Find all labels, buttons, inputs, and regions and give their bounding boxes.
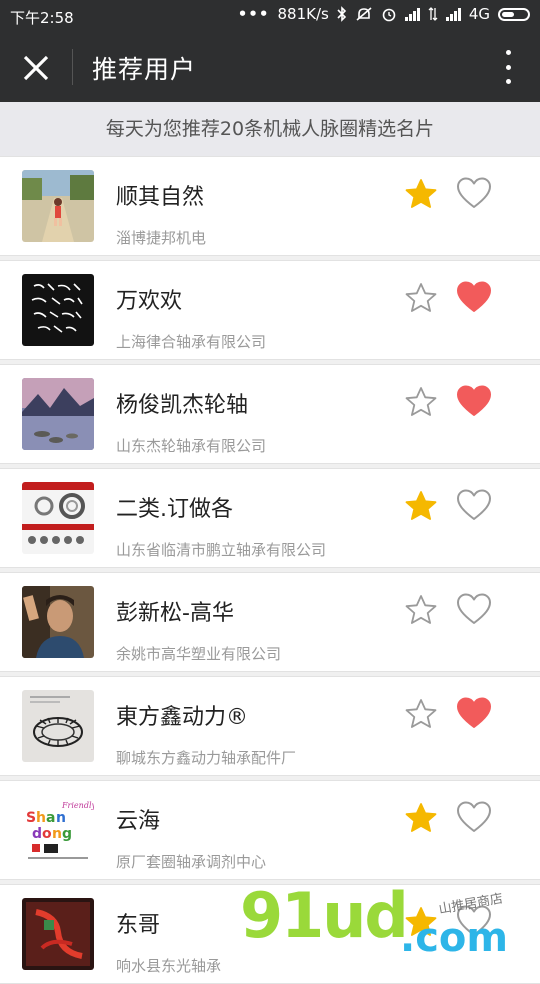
close-icon[interactable] (18, 50, 54, 86)
company-name: 淄博捷邦机电 (116, 229, 207, 247)
user-card[interactable]: 彭新松-高华余姚市高华塑业有限公司 (0, 572, 540, 672)
star-outline-icon[interactable] (404, 281, 438, 315)
status-bar: 下午2:58 ••• 881K/s 4G (0, 0, 540, 32)
network-speed: 881K/s (277, 5, 329, 23)
more-options-button[interactable] (502, 50, 514, 84)
star-filled-icon[interactable] (404, 489, 438, 523)
user-name: 顺其自然 (116, 185, 205, 210)
avatar[interactable] (22, 586, 94, 658)
svg-text:a: a (46, 810, 55, 826)
network-type: 4G (468, 5, 490, 23)
avatar[interactable] (22, 482, 94, 554)
svg-text:g: g (62, 826, 72, 842)
heart-outline-icon[interactable] (456, 800, 492, 834)
company-name: 聊城东方鑫动力轴承配件厂 (116, 749, 297, 767)
avatar[interactable] (22, 170, 94, 242)
battery-icon (498, 7, 530, 21)
company-name: 响水县东光轴承 (116, 957, 222, 975)
svg-text:S: S (26, 810, 36, 826)
notification-dots: ••• (237, 5, 270, 23)
avatar[interactable] (22, 378, 94, 450)
svg-text:Friendly: Friendly (61, 801, 94, 810)
avatar[interactable] (22, 274, 94, 346)
user-card[interactable]: 万欢欢上海律合轴承有限公司 (0, 260, 540, 360)
star-filled-icon[interactable] (404, 801, 438, 835)
user-card[interactable]: 二类.订做各山东省临清市鹏立轴承有限公司 (0, 468, 540, 568)
heart-outline-icon[interactable] (456, 488, 492, 522)
star-filled-icon[interactable] (404, 177, 438, 211)
star-outline-icon[interactable] (404, 385, 438, 419)
svg-text:d: d (32, 826, 42, 842)
user-card[interactable]: 顺其自然淄博捷邦机电 (0, 156, 540, 256)
company-name: 上海律合轴承有限公司 (116, 333, 267, 351)
company-name: 余姚市高华塑业有限公司 (116, 645, 282, 663)
avatar[interactable]: Sh a n d o n g Friendly (22, 794, 94, 866)
star-outline-icon[interactable] (404, 697, 438, 731)
signal-icon-1 (404, 7, 420, 21)
page-title: 推荐用户 (92, 55, 197, 84)
heart-outline-icon[interactable] (456, 592, 492, 626)
mute-icon (356, 7, 372, 21)
heart-outline-icon[interactable] (456, 176, 492, 210)
user-list: 顺其自然淄博捷邦机电万欢欢上海律合轴承有限公司杨俊凯杰轮轴山东杰轮轴承有限公司二… (0, 156, 540, 984)
user-name: 東方鑫动力® (116, 705, 249, 730)
svg-text:h: h (36, 810, 46, 826)
heart-filled-icon[interactable] (456, 280, 492, 314)
signal-icon-2 (445, 7, 461, 21)
company-name: 原厂套圈轴承调剂中心 (116, 853, 267, 871)
user-name: 万欢欢 (116, 289, 183, 314)
svg-text:n: n (56, 810, 66, 826)
heart-filled-icon[interactable] (456, 696, 492, 730)
title-bar: 推荐用户 (0, 32, 540, 102)
user-name: 二类.订做各 (116, 497, 233, 522)
title-divider (72, 49, 73, 85)
user-name: 杨俊凯杰轮轴 (116, 393, 249, 418)
user-card[interactable]: 東方鑫动力® 聊城东方鑫动力轴承配件厂 (0, 676, 540, 776)
company-name: 山东杰轮轴承有限公司 (116, 437, 267, 455)
watermark-domain: .com (400, 915, 509, 961)
company-name: 山东省临清市鹏立轴承有限公司 (116, 541, 327, 559)
heart-filled-icon[interactable] (456, 384, 492, 418)
avatar[interactable] (22, 690, 94, 762)
user-name: 云海 (116, 809, 161, 834)
recommendation-banner: 每天为您推荐20条机械人脉圈精选名片 (0, 102, 540, 156)
svg-text:n: n (52, 826, 62, 842)
user-card[interactable]: Sh a n d o n g Friendly 云海原厂套圈轴承调剂中心 (0, 780, 540, 880)
user-name: 彭新松-高华 (116, 601, 234, 626)
status-time: 下午2:58 (10, 9, 74, 27)
avatar[interactable] (22, 898, 94, 970)
alarm-icon (382, 8, 396, 22)
status-indicators: ••• 881K/s 4G (238, 5, 530, 23)
watermark-logo: 91ud (240, 879, 409, 952)
svg-text:o: o (42, 826, 52, 842)
bluetooth-icon (337, 6, 346, 22)
star-outline-icon[interactable] (404, 593, 438, 627)
user-card[interactable]: 杨俊凯杰轮轴山东杰轮轴承有限公司 (0, 364, 540, 464)
user-name: 东哥 (116, 913, 161, 938)
data-transfer-icon (428, 7, 438, 21)
